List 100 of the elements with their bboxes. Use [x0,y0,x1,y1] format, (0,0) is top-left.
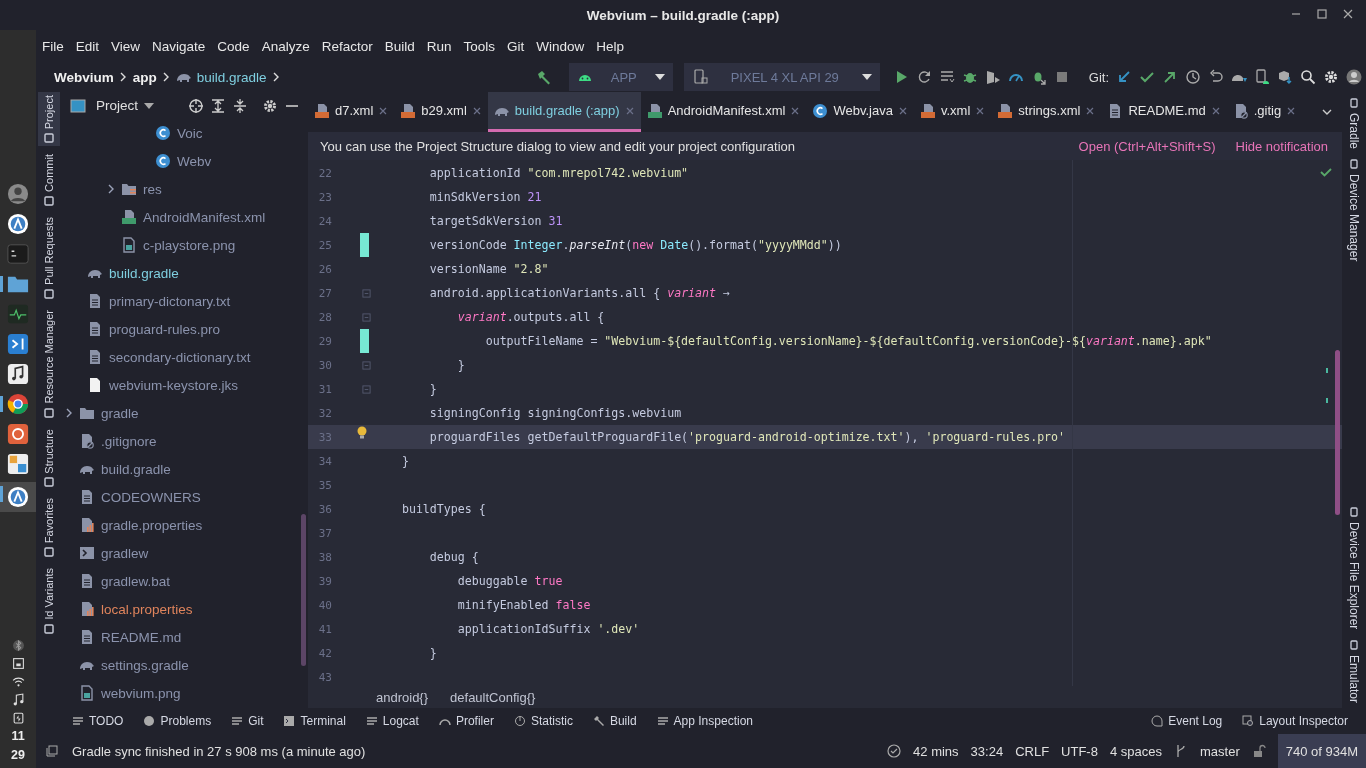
close-icon[interactable] [790,105,801,116]
tool-window-tab[interactable]: ld Variants [38,565,60,637]
tree-item[interactable]: build.gradle [109,265,179,281]
device-manager-icon[interactable] [1254,69,1270,85]
tool-window-tab[interactable]: Favorites [38,495,60,561]
scrollbar-thumb[interactable] [301,514,306,666]
tree-item[interactable]: webvium-keystore.jks [109,377,239,393]
history-icon[interactable] [1185,69,1201,85]
change-marker[interactable] [360,329,369,353]
menu-item[interactable]: Navigate [152,38,206,54]
tree-item[interactable]: primary-dictonary.txt [109,293,231,309]
push-arrow-icon[interactable] [1162,69,1178,85]
tree-item[interactable]: local.properties [101,601,193,617]
tool-window-tab[interactable]: Resource Manager [38,307,60,421]
settings-icon[interactable] [262,97,278,114]
tool-window-tab[interactable]: Statistic [513,714,573,728]
panel-toggle-icon[interactable] [46,745,58,757]
editor-tab[interactable]: AndroidManifest.xml [640,92,807,132]
editor-tab[interactable]: v.xml [913,92,992,132]
notification-link[interactable]: Open (Ctrl+Alt+Shift+S) [1078,138,1216,154]
close-icon[interactable] [1286,105,1297,116]
menu-item[interactable]: Tools [463,38,495,54]
timer-text[interactable]: 42 mins [913,743,959,759]
notification-link[interactable]: Hide notification [1235,138,1328,154]
close-icon[interactable] [1210,105,1221,116]
tool-window-tab[interactable]: Commit [38,151,60,210]
tree-item[interactable]: gradle.properties [101,517,203,533]
menu-item[interactable]: Edit [75,38,100,54]
breadcrumb[interactable]: defaultConfig{} [450,689,536,705]
tool-window-tab[interactable]: Logcat [365,714,419,728]
change-marker[interactable] [360,233,369,257]
breadcrumb[interactable]: app [132,69,157,85]
indent-setting[interactable]: 4 spaces [1109,743,1162,759]
storage-icon[interactable] [11,657,25,670]
checkmark-icon[interactable] [1139,69,1155,85]
file-encoding[interactable]: UTF-8 [1061,743,1098,759]
close-icon[interactable] [471,105,482,116]
breadcrumb[interactable]: android{} [376,689,429,705]
music-note-icon[interactable] [11,693,25,706]
collapse-all-icon[interactable] [232,97,248,114]
tool-window-tab[interactable]: Structure [38,425,60,491]
bluetooth-icon[interactable] [11,639,25,652]
expand-all-icon[interactable] [210,97,226,114]
tool-window-tab[interactable]: Event Log [1151,714,1223,728]
git-branch[interactable]: master [1200,743,1240,759]
tool-window-tab[interactable]: Problems [143,714,212,728]
editor-tab[interactable]: README.md [1101,92,1227,132]
menu-item[interactable]: Git [507,38,525,54]
panel-title[interactable]: Project [96,98,139,113]
lightbulb-icon[interactable] [356,426,368,440]
sdk-manager-icon[interactable] [1277,69,1293,85]
tool-window-tab[interactable]: Pull Requests [38,214,60,302]
lock-icon[interactable] [1251,744,1266,758]
menu-item[interactable]: Refactor [321,38,373,54]
menu-item[interactable]: Build [384,38,415,54]
editor-tab[interactable]: .gitig [1226,92,1303,132]
tree-item[interactable]: README.md [101,629,182,645]
menu-item[interactable]: Help [596,38,625,54]
tree-item[interactable]: Webv [177,153,212,169]
tree-item[interactable]: proguard-rules.pro [109,321,221,337]
tree-item[interactable]: webvium.png [101,685,181,701]
tool-window-tab[interactable]: Layout Inspector [1242,714,1348,728]
tree-item[interactable]: build.gradle [101,461,171,477]
settings-icon[interactable] [1323,69,1339,85]
close-icon[interactable] [1085,105,1096,116]
editor-tab[interactable]: build.gradle (:app) [487,92,641,132]
dock-app[interactable] [0,482,36,512]
memory-indicator[interactable]: 740 of 934M [1277,734,1366,768]
maximize-icon[interactable] [1316,8,1328,20]
tool-window-tab[interactable]: TODO [72,714,124,728]
tool-window-tab[interactable]: Device File Explorer [1347,507,1361,630]
search-icon[interactable] [1300,69,1316,85]
close-icon[interactable] [975,105,986,116]
caret-position[interactable]: 33:24 [970,743,1004,759]
menu-item[interactable]: View [111,38,141,54]
tree-item[interactable]: res [143,181,162,197]
close-icon[interactable] [378,105,389,116]
wifi-icon[interactable] [11,675,25,688]
breadcrumb[interactable]: Webvium [54,69,114,85]
battery-icon[interactable] [11,711,25,724]
line-ending[interactable]: CRLF [1015,743,1050,759]
menu-item[interactable]: File [42,38,64,54]
tool-window-tab[interactable]: Gradle [1347,98,1361,150]
tool-window-tab[interactable]: App Inspection [656,714,753,728]
tree-item[interactable]: gradlew [101,545,149,561]
coverage-icon[interactable] [984,69,1001,85]
tool-window-tab[interactable]: Git [231,714,264,728]
menu-item[interactable]: Code [217,38,250,54]
apply-changes-icon[interactable] [938,69,955,85]
editor-tab[interactable]: b29.xml [394,92,488,132]
tool-window-tab[interactable]: Build [592,714,637,728]
undo-icon[interactable] [1208,69,1224,85]
hammer-icon[interactable] [535,69,552,85]
update-arrow-icon[interactable] [1116,69,1132,85]
menu-item[interactable]: Window [536,38,585,54]
tree-item[interactable]: secondary-dictionary.txt [109,349,251,365]
menu-item[interactable]: Analyze [261,38,310,54]
tree-item[interactable]: gradle [101,405,139,421]
tree-item[interactable]: CODEOWNERS [101,489,201,505]
tool-window-tab[interactable]: Emulator [1347,639,1361,703]
